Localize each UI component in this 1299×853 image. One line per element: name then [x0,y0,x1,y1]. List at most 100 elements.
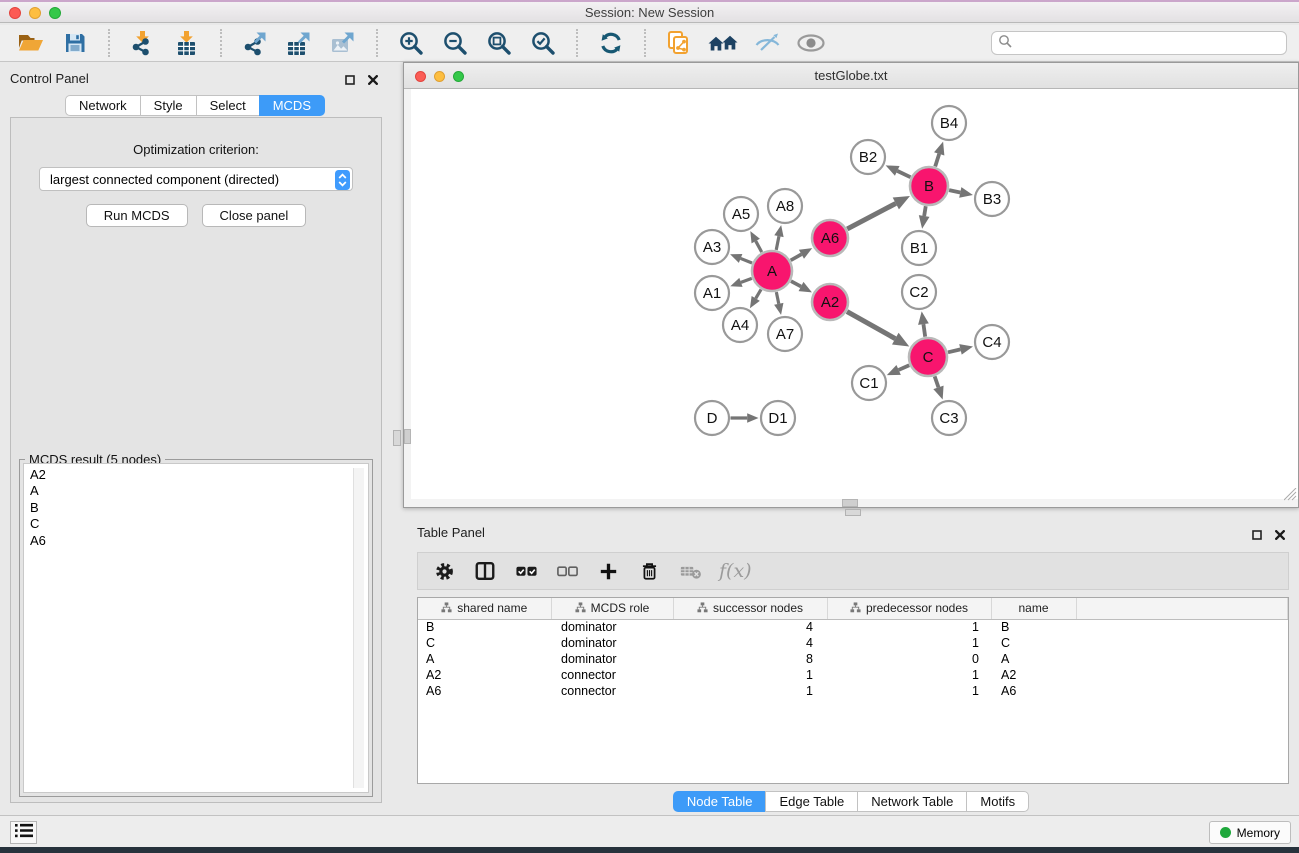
table-panel-title: Table Panel [417,525,485,540]
search-input[interactable] [1016,36,1280,51]
graph-node-A8[interactable]: A8 [768,189,802,223]
mcds-result-list[interactable]: A2ABCA6 [23,463,369,793]
table-tab-edge-table[interactable]: Edge Table [765,791,858,812]
result-item-a[interactable]: A [30,483,368,499]
hide-selected-icon[interactable] [748,27,786,59]
graph-node-C2[interactable]: C2 [902,275,936,309]
table-tab-node-table[interactable]: Node Table [673,791,767,812]
search-box[interactable] [991,31,1287,55]
delete-columns-icon[interactable] [637,560,661,582]
zoom-in-icon[interactable] [392,27,430,59]
table-row[interactable]: A2connector11A2 [418,667,1288,683]
export-table-icon[interactable] [280,27,318,59]
create-column-icon[interactable] [596,561,620,582]
import-network-icon[interactable] [124,27,162,59]
table-panel: Table Panel f(x) shared nameMCDS rolesuc… [403,517,1299,815]
graph-node-C3[interactable]: C3 [932,401,966,435]
graph-node-B2[interactable]: B2 [851,140,885,174]
table-tab-motifs[interactable]: Motifs [966,791,1029,812]
table-mode-icon[interactable] [432,561,456,582]
graph-node-B[interactable]: B [910,167,948,205]
graph-node-A1[interactable]: A1 [695,276,729,310]
column-header-predecessor-nodes[interactable]: predecessor nodes [827,598,991,619]
close-panel-icon[interactable] [368,72,378,90]
tab-style[interactable]: Style [140,95,197,116]
vertical-split-handle[interactable] [393,430,401,446]
float-table-panel-icon[interactable] [1252,527,1262,545]
show-columns-icon[interactable] [473,560,497,582]
close-table-panel-icon[interactable] [1275,527,1285,545]
network-horizontal-scrollbar[interactable] [404,499,1298,507]
refresh-layout-icon[interactable] [592,27,630,59]
graph-node-C[interactable]: C [909,338,947,376]
show-all-icon[interactable] [792,27,830,59]
tab-mcds[interactable]: MCDS [259,95,325,116]
toolbar-separator [376,29,378,57]
graph-node-C1[interactable]: C1 [852,366,886,400]
tab-network[interactable]: Network [65,95,141,116]
float-panel-icon[interactable] [345,72,355,90]
graph-node-A[interactable]: A [752,251,792,291]
svg-text:A4: A4 [731,317,749,334]
table-row[interactable]: Adominator80A [418,651,1288,667]
svg-text:B1: B1 [910,240,928,257]
task-history-button[interactable] [10,821,37,844]
graph-node-A5[interactable]: A5 [724,197,758,231]
export-image-icon[interactable] [324,27,362,59]
table-row[interactable]: Bdominator41B [418,619,1288,635]
result-item-a6[interactable]: A6 [30,533,368,549]
export-network-icon[interactable] [236,27,274,59]
graph-node-C4[interactable]: C4 [975,325,1009,359]
graph-node-A2[interactable]: A2 [812,284,848,320]
save-session-icon[interactable] [56,27,94,59]
network-vertical-scrollbar[interactable] [404,89,411,499]
horizontal-split-handle[interactable] [845,509,861,516]
result-item-c[interactable]: C [30,516,368,532]
graph-node-A4[interactable]: A4 [723,308,757,342]
table-row[interactable]: A6connector11A6 [418,683,1288,699]
column-header-MCDS-role[interactable]: MCDS role [551,598,673,619]
column-header-shared-name[interactable]: shared name [418,598,551,619]
graph-node-A7[interactable]: A7 [768,317,802,351]
zoom-out-icon[interactable] [436,27,474,59]
open-network-file-icon[interactable] [660,27,698,59]
result-item-a2[interactable]: A2 [30,467,368,483]
close-panel-button[interactable]: Close panel [202,204,307,227]
result-scrollbar[interactable] [353,468,364,788]
zoom-selected-icon[interactable] [524,27,562,59]
resize-grip-icon[interactable] [1284,488,1297,506]
import-table-icon[interactable] [168,27,206,59]
zoom-fit-icon[interactable] [480,27,518,59]
tab-select[interactable]: Select [196,95,260,116]
run-mcds-button[interactable]: Run MCDS [86,204,188,227]
graph-node-D1[interactable]: D1 [761,401,795,435]
criterion-dropdown[interactable]: largest connected component (directed) [39,167,353,191]
network-window-titlebar[interactable]: testGlobe.txt [404,63,1298,89]
graph-node-A6[interactable]: A6 [812,220,848,256]
graph-node-B1[interactable]: B1 [902,231,936,265]
table-tab-network-table[interactable]: Network Table [857,791,967,812]
svg-text:D1: D1 [768,410,787,427]
network-canvas[interactable]: B4 B2 B B3 A8 A5 A6 B1 A3 A C2 A1 A2 A4 A7 C4 C C1 C3 D D1 [404,89,1298,507]
table-tabs: Node TableEdge TableNetwork TableMotifs [403,791,1299,812]
function-builder-icon[interactable]: f(x) [719,560,752,582]
graph-node-B3[interactable]: B3 [975,182,1009,216]
graph-node-A3[interactable]: A3 [695,230,729,264]
deselect-all-icon[interactable] [555,560,579,582]
memory-button[interactable]: Memory [1209,821,1291,844]
select-all-icon[interactable] [514,560,538,582]
svg-text:C: C [923,349,934,366]
column-header-successor-nodes[interactable]: successor nodes [673,598,827,619]
table-row[interactable]: Cdominator41C [418,635,1288,651]
graph-node-D[interactable]: D [695,401,729,435]
column-header-name[interactable]: name [991,598,1076,619]
main-toolbar [0,25,1299,62]
session-title: Session: New Session [0,5,1299,20]
home-icon[interactable] [704,27,742,59]
toolbar-separator [108,29,110,57]
result-item-b[interactable]: B [30,500,368,516]
task-list-icon [14,822,34,844]
open-file-icon[interactable] [12,27,50,59]
graph-node-B4[interactable]: B4 [932,106,966,140]
delete-table-icon[interactable] [678,560,702,582]
